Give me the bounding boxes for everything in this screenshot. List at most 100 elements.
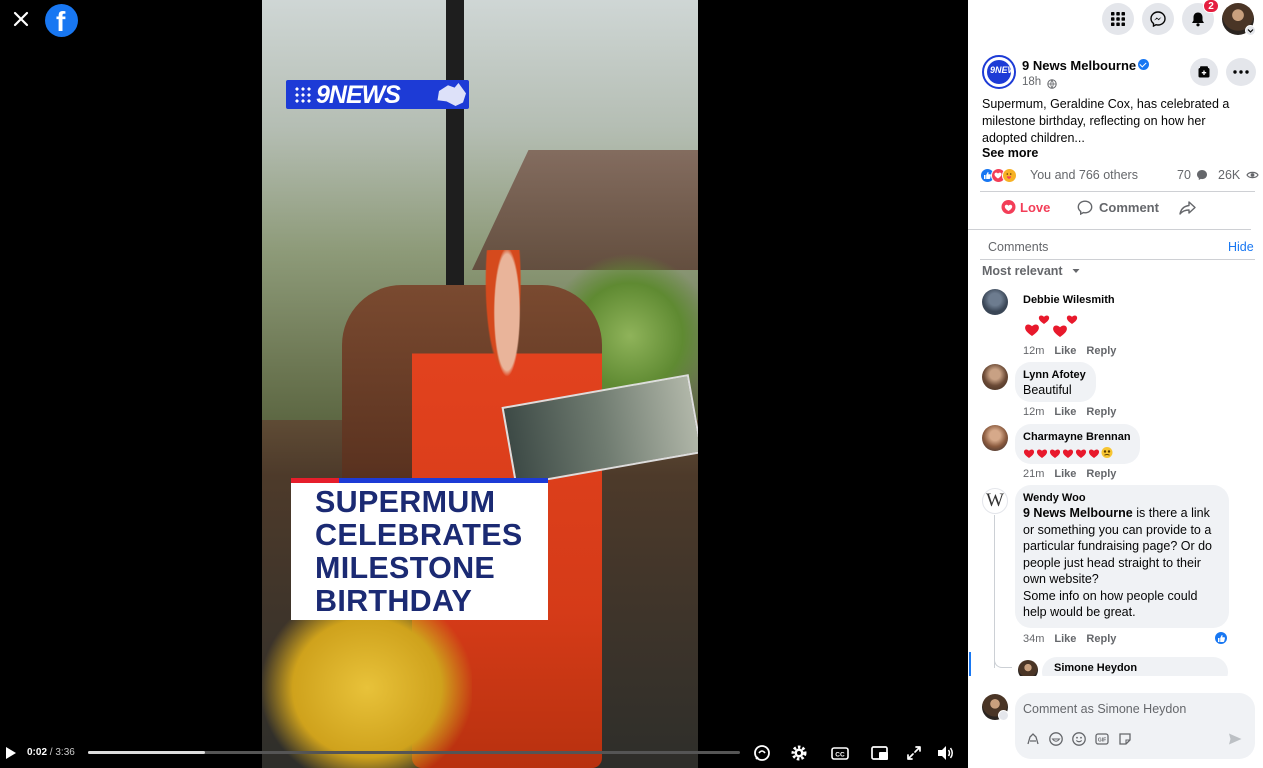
comments-header: Comments — [988, 240, 1049, 254]
comment-reply-button[interactable]: Reply — [1086, 633, 1116, 645]
captions-bubble-icon[interactable] — [752, 743, 772, 763]
emoji-icon[interactable] — [1048, 731, 1064, 747]
views-count: 26K — [1218, 168, 1259, 182]
commenter-name[interactable]: Wendy Woo — [1023, 492, 1086, 504]
comment-sort-label: Most relevant — [982, 264, 1063, 278]
post-timestamp[interactable]: 18h — [1022, 76, 1041, 88]
comments-count-value: 70 — [1177, 168, 1191, 182]
commenter-name[interactable]: Lynn Afotey — [1023, 369, 1086, 381]
comment-sort-dropdown[interactable]: Most relevant — [982, 264, 1081, 278]
comment-time[interactable]: 21m — [1023, 468, 1044, 480]
share-button[interactable] — [1179, 200, 1196, 219]
settings-gear-icon[interactable] — [789, 743, 809, 763]
more-dots-icon — [1233, 70, 1249, 74]
comment-label: Comment — [1099, 200, 1159, 215]
facebook-logo-icon[interactable]: f — [45, 4, 78, 37]
save-post-button[interactable] — [1190, 58, 1218, 86]
share-arrow-icon — [1179, 201, 1196, 215]
closed-captions-icon[interactable]: CC — [830, 743, 850, 763]
reactions-text[interactable]: You and 766 others — [1030, 168, 1138, 182]
comment-bubble-icon — [1197, 170, 1208, 180]
love-button[interactable]: Love — [1001, 200, 1050, 215]
commenter-name[interactable]: Debbie Wilesmith — [1023, 294, 1115, 306]
comment-time[interactable]: 12m — [1023, 345, 1044, 357]
chevron-down-icon — [1072, 269, 1080, 273]
comment-like-reaction-icon[interactable] — [1213, 630, 1229, 646]
page-avatar[interactable]: 9NEWS — [982, 55, 1016, 89]
commenter-avatar[interactable] — [982, 425, 1008, 451]
comment-text: Beautiful — [1023, 383, 1072, 397]
see-more-link[interactable]: See more — [982, 146, 1038, 160]
video-time: 0:02 / 3:36 — [27, 747, 75, 758]
sticker-icon[interactable] — [1117, 731, 1133, 747]
love-heart-icon — [1001, 200, 1016, 214]
comments-count[interactable]: 70 — [1177, 168, 1208, 182]
post-more-options-button[interactable] — [1226, 58, 1256, 86]
page-name[interactable]: 9 News Melbourne — [1022, 58, 1136, 73]
comment-composer: Comment as Simone Heydon GIF — [968, 686, 1263, 768]
views-count-value: 26K — [1218, 168, 1241, 182]
comment-input[interactable]: Comment as Simone Heydon GIF — [1015, 693, 1255, 759]
eye-icon — [1246, 171, 1259, 179]
comment-time[interactable]: 34m — [1023, 633, 1044, 645]
commenter-avatar[interactable] — [1018, 660, 1038, 676]
composer-avatar-chevron-icon[interactable] — [998, 710, 1009, 721]
comment-reply-button[interactable]: Reply — [1086, 468, 1116, 480]
commenter-avatar[interactable]: W — [982, 488, 1008, 514]
comment-button[interactable]: Comment — [1077, 200, 1159, 216]
9news-dots-icon — [294, 86, 312, 104]
comment-like-button[interactable]: Like — [1054, 406, 1076, 418]
account-menu-chevron-icon[interactable] — [1245, 25, 1256, 36]
divider — [980, 191, 1255, 192]
close-icon[interactable] — [10, 8, 32, 30]
comment-time[interactable]: 12m — [1023, 406, 1044, 418]
commenter-avatar[interactable] — [982, 289, 1008, 315]
video-area: f 9NEWS SUPERMUM CELEBRATES MILESTONE BI… — [0, 0, 968, 768]
comment-like-button[interactable]: Like — [1054, 633, 1076, 645]
video-progress-bar[interactable] — [88, 751, 740, 754]
save-icon — [1198, 66, 1210, 78]
9news-logo-text: 9NEWS — [316, 81, 401, 109]
fullscreen-icon[interactable] — [904, 743, 924, 763]
send-icon[interactable] — [1227, 731, 1243, 747]
comment-mention[interactable]: 9 News Melbourne — [1023, 506, 1133, 520]
page-avatar-logo: 9NEWS — [987, 60, 1014, 84]
menu-grid-icon[interactable] — [1102, 3, 1134, 35]
avatar-sticker-icon[interactable] — [1025, 731, 1041, 747]
comment-reply-button[interactable]: Reply — [1086, 345, 1116, 357]
headline-stripe — [291, 478, 548, 483]
divider — [968, 229, 1251, 230]
comment-input-placeholder: Comment as Simone Heydon — [1023, 702, 1187, 716]
australia-map-icon — [437, 83, 466, 106]
verified-badge-icon — [1138, 59, 1149, 70]
reactions-summary[interactable]: You and 766 others 70 26K — [980, 166, 1259, 186]
love-label: Love — [1020, 200, 1051, 215]
comment-meta: 21m Like Reply — [1023, 468, 1126, 480]
duration: 3:36 — [55, 747, 75, 758]
picture-in-picture-icon[interactable] — [870, 743, 890, 763]
comment-meta: 12m Like Reply — [1023, 406, 1126, 418]
divider — [980, 259, 1255, 260]
gif-icon[interactable]: GIF — [1094, 731, 1110, 747]
hide-comments-link[interactable]: Hide — [1228, 240, 1254, 254]
commenter-avatar[interactable] — [982, 364, 1008, 390]
video-player[interactable]: 9NEWS SUPERMUM CELEBRATES MILESTONE BIRT… — [262, 0, 698, 768]
comment-like-button[interactable]: Like — [1054, 345, 1076, 357]
commenter-name[interactable]: Simone Heydon — [1054, 662, 1137, 674]
volume-icon[interactable] — [936, 743, 956, 763]
comment-reply-button[interactable]: Reply — [1086, 406, 1116, 418]
reply-thread-line — [994, 515, 995, 668]
post-actions: Love Comment — [968, 196, 1263, 224]
post-header: 9NEWS 9 News Melbourne 18h — [968, 52, 1263, 94]
comment-meta: 34m Like Reply — [1023, 633, 1126, 645]
commenter-name[interactable]: Charmayne Brennan — [1023, 431, 1131, 443]
messenger-icon[interactable] — [1142, 3, 1174, 35]
video-headline-card: SUPERMUM CELEBRATES MILESTONE BIRTHDAY — [291, 478, 548, 620]
smiley-icon[interactable] — [1071, 731, 1087, 747]
post-sidebar: 2 9NEWS 9 News Melbourne 18h Supermum, G… — [968, 0, 1263, 768]
reply-preview: Simone Heydon — [968, 655, 1263, 676]
notification-count-badge: 2 — [1203, 0, 1219, 13]
svg-text:CC: CC — [835, 752, 845, 759]
comment-like-button[interactable]: Like — [1054, 468, 1076, 480]
play-icon[interactable] — [5, 746, 17, 760]
